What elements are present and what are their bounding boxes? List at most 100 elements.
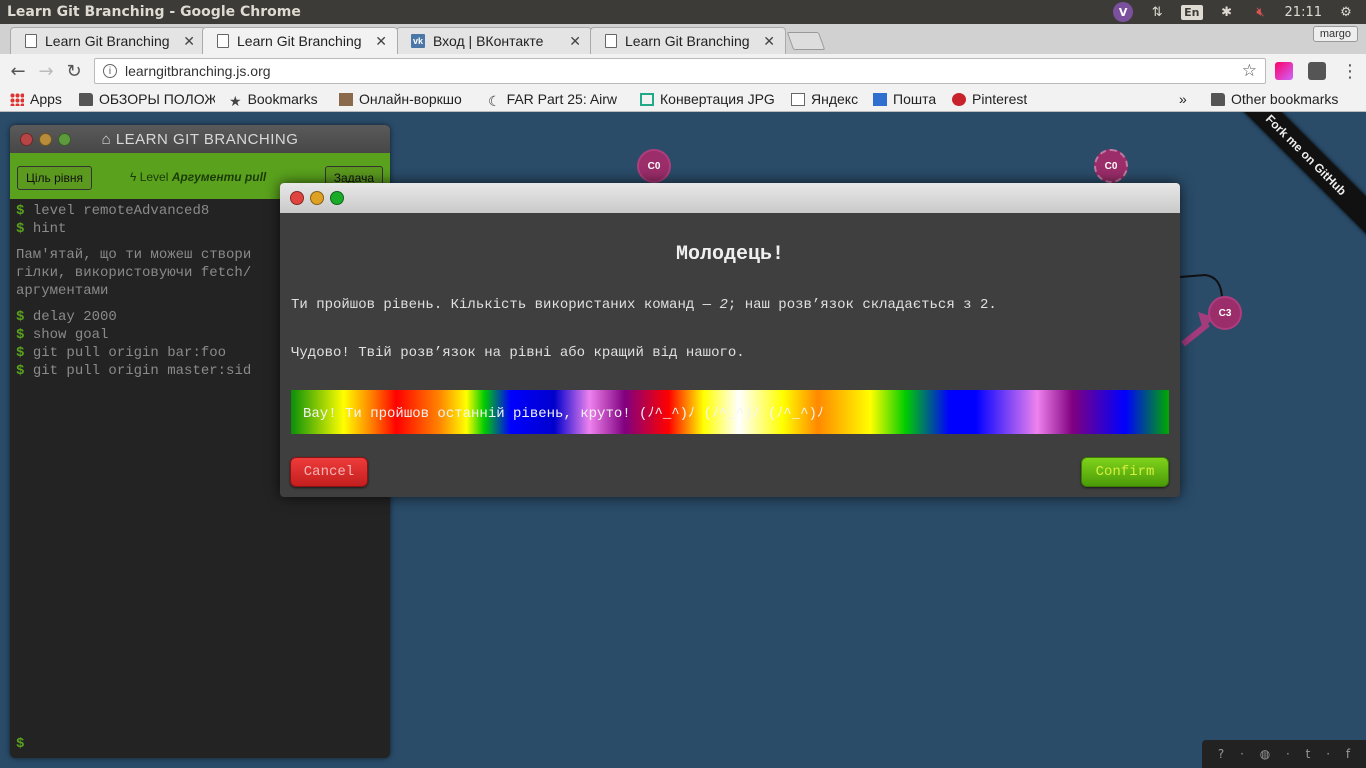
folder-icon	[1211, 92, 1225, 106]
avatar-icon	[339, 92, 353, 106]
bookmark-star-icon[interactable]: ☆	[1242, 61, 1257, 81]
footer-links: ? · ◍ · t · f	[1202, 740, 1366, 768]
result-middle: ; наш розв’язок складається з	[727, 297, 980, 313]
vk-icon: vk	[411, 34, 425, 48]
menu-icon[interactable]: ⋮	[1336, 57, 1364, 85]
address-bar[interactable]: i learngitbranching.js.org ☆	[94, 58, 1266, 84]
home-icon: ⌂	[101, 130, 116, 148]
new-tab-button[interactable]	[786, 32, 826, 50]
bookmark-label: Онлайн-воркшо	[359, 91, 462, 107]
reload-icon[interactable]: ↻	[60, 57, 88, 85]
mail-icon	[873, 92, 887, 106]
dialog-result-text: Ти пройшов рівень. Кількість використани…	[280, 297, 1008, 313]
other-bookmarks[interactable]: Other bookmarks	[1211, 91, 1338, 107]
bookmark-label: FAR Part 25: Airw	[506, 91, 618, 107]
bookmark-label: ОБЗОРЫ ПОЛОЖ	[99, 91, 215, 107]
dialog-praise-text: Чудово! Твій розв’язок на рівні або кращ…	[291, 345, 745, 361]
bookmark-item[interactable]: Конвертация JPG	[640, 91, 778, 107]
forward-arrow-icon[interactable]: →	[32, 57, 60, 85]
bookmark-label: Apps	[30, 91, 62, 107]
close-icon[interactable]: ✕	[183, 33, 195, 50]
level-name: ϟ Level Аргументи pull	[130, 170, 266, 184]
browser-toolbar: ← → ↻ i learngitbranching.js.org ☆ ⋮	[0, 54, 1366, 88]
bookmarks-bar: Apps ОБЗОРЫ ПОЛОЖ ★ Bookmarks Онлайн-ворк…	[0, 88, 1366, 112]
url-text[interactable]: learngitbranching.js.org	[125, 63, 1242, 79]
clock[interactable]: 21:11	[1285, 5, 1322, 20]
close-icon[interactable]: ✕	[569, 33, 581, 50]
level-goal-button[interactable]: Ціль рівня	[17, 166, 92, 190]
close-dot[interactable]	[290, 191, 304, 205]
level-complete-dialog: Молодець! Ти пройшов рівень. Кількість в…	[280, 183, 1180, 497]
bookmark-label: Яндекс	[811, 91, 859, 107]
cancel-button[interactable]: Cancel	[290, 457, 368, 487]
tab-label: Вход | ВКонтакте	[433, 33, 544, 49]
maximize-dot[interactable]	[330, 191, 344, 205]
bookmark-item[interactable]: ☾ FAR Part 25: Airw	[488, 91, 628, 107]
browser-tab[interactable]: Learn Git Branching ✕	[10, 27, 206, 54]
bookmark-item[interactable]: Онлайн-воркшо	[339, 91, 475, 107]
folder-icon	[79, 92, 93, 106]
viber-icon[interactable]: V	[1113, 2, 1134, 22]
network-icon[interactable]: ⇅	[1147, 3, 1167, 21]
level-prefix: Level	[139, 170, 169, 184]
browser-tab-active[interactable]: Learn Git Branching ✕	[202, 27, 398, 54]
result-prefix: Ти пройшов рівень. Кількість використани…	[291, 297, 720, 313]
bookmark-label: Bookmarks	[247, 91, 318, 107]
commit-node[interactable]: C3	[1208, 296, 1242, 330]
page-icon	[605, 34, 617, 48]
pinterest-icon	[952, 92, 966, 106]
tree-edge	[1179, 273, 1223, 301]
bookmark-item[interactable]: Pinterest	[952, 91, 1027, 107]
keyboard-layout-indicator[interactable]: En	[1181, 4, 1203, 20]
tab-strip: Learn Git Branching ✕ Learn Git Branchin…	[0, 24, 1366, 54]
globe-icon[interactable]: ◍	[1260, 747, 1270, 761]
bookmark-item[interactable]: Яндекс	[791, 91, 858, 107]
volume-muted-icon[interactable]: 🔇︎	[1251, 3, 1271, 21]
help-icon[interactable]: ?	[1218, 747, 1224, 761]
browser-tab[interactable]: Learn Git Branching ✕	[590, 27, 786, 54]
bluetooth-icon[interactable]: ✱	[1217, 3, 1237, 21]
dialog-titlebar	[280, 183, 1180, 213]
tab-label: Learn Git Branching	[625, 33, 750, 49]
commit-node[interactable]: C0	[637, 149, 671, 183]
bookmark-label: Конвертация JPG	[660, 91, 775, 107]
back-arrow-icon[interactable]: ←	[4, 57, 32, 85]
result-suffix: .	[988, 297, 997, 313]
bookmark-item[interactable]: ОБЗОРЫ ПОЛОЖ	[79, 91, 215, 107]
page-icon	[25, 34, 37, 48]
rainbow-banner: Вау! Ти пройшов останній рівень, круто! …	[291, 390, 1169, 434]
extension-icon[interactable]	[1308, 62, 1326, 80]
browser-tab[interactable]: vk Вход | ВКонтакте ✕	[396, 27, 592, 54]
facebook-icon[interactable]: f	[1346, 747, 1350, 761]
extension-icon[interactable]	[1275, 62, 1293, 80]
twitter-icon[interactable]: t	[1306, 747, 1311, 761]
convert-icon	[640, 92, 654, 106]
bookmark-apps[interactable]: Apps	[10, 91, 62, 107]
bookmark-item[interactable]: Пошта	[873, 91, 936, 107]
page-icon	[791, 92, 805, 106]
bookmarks-overflow-button[interactable]: »	[1179, 91, 1187, 107]
settings-gear-icon[interactable]: ⚙	[1336, 3, 1356, 21]
terminal-title: ⌂ LEARN GIT BRANCHING	[10, 131, 390, 148]
close-icon[interactable]: ✕	[763, 33, 775, 50]
commit-node[interactable]: C0	[1094, 149, 1128, 183]
tab-label: Learn Git Branching	[237, 33, 362, 49]
os-top-panel: Learn Git Branching - Google Chrome V ⇅ …	[0, 0, 1366, 24]
terminal-prompt[interactable]: $	[16, 736, 24, 752]
terminal-title-text: LEARN GIT BRANCHING	[115, 130, 299, 148]
bookmark-label: Pinterest	[972, 91, 1028, 107]
profile-button[interactable]: margo	[1312, 26, 1358, 42]
close-icon[interactable]: ✕	[375, 33, 387, 50]
confirm-button[interactable]: Confirm	[1081, 457, 1169, 487]
dialog-title: Молодець!	[675, 243, 785, 266]
star-icon: ★	[229, 92, 242, 108]
info-icon[interactable]: i	[103, 64, 117, 78]
system-tray: V ⇅ En ✱ 🔇︎ 21:11 ⚙	[1113, 2, 1366, 22]
minimize-dot[interactable]	[310, 191, 324, 205]
tab-label: Learn Git Branching	[45, 33, 170, 49]
bookmark-item[interactable]: ★ Bookmarks	[229, 91, 318, 107]
lightning-icon: ϟ	[130, 170, 140, 184]
window-title: Learn Git Branching - Google Chrome	[7, 4, 301, 20]
page-icon	[217, 34, 229, 48]
level-title: Аргументи pull	[171, 170, 267, 184]
